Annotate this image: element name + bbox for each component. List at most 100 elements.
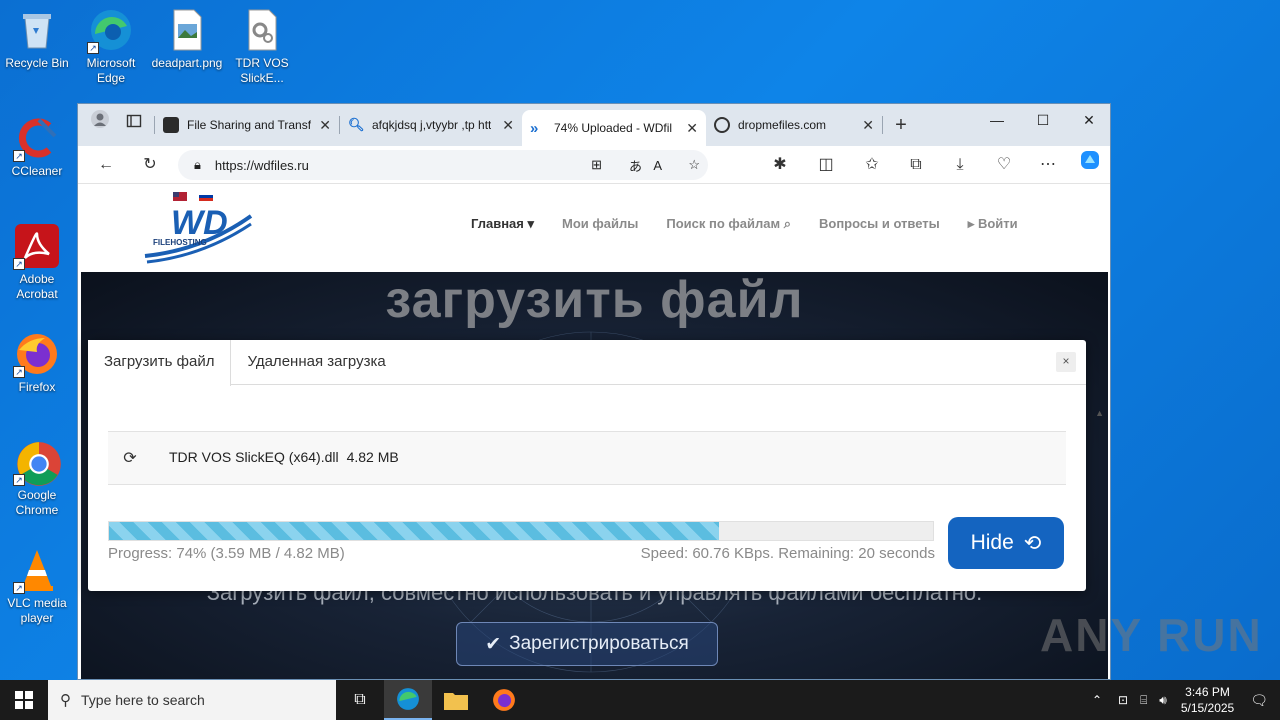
close-window-icon[interactable]: ✕ [1066, 104, 1110, 136]
file-sharing-favicon [163, 117, 179, 133]
site-logo[interactable]: WD FILEHOSTING [143, 190, 253, 268]
folder-icon [444, 693, 468, 710]
nav-item-home[interactable]: Главная ▾ [471, 216, 534, 232]
tab-actions-icon[interactable] [114, 109, 154, 141]
taskbar-edge[interactable] [384, 680, 432, 720]
task-view-icon[interactable]: ⧉ [336, 680, 384, 720]
taskbar: ⚲ Type here to search ⧉ ⌃ ⊡ ⌸ 🔊︎ 3:46 PM… [0, 680, 1280, 720]
refresh-icon[interactable]: ↻ [134, 149, 166, 181]
desktop-icon-label: CCleaner [11, 164, 63, 178]
tab-close-icon[interactable]: ✕ [862, 117, 874, 134]
start-button[interactable] [0, 680, 48, 720]
hero-title: загрузить файл [385, 272, 804, 329]
tab-search[interactable]: 🔍︎ afqkjdsq j,vtyybr ,tp htt ✕ [340, 109, 522, 141]
new-tab-icon[interactable]: + [883, 109, 919, 141]
desktop-icon-label: deadpart.png [151, 56, 223, 70]
minimize-icon[interactable]: — [974, 104, 1020, 136]
anyrun-watermark: ANY RUN [1040, 609, 1263, 661]
desktop-icon-chrome[interactable]: ↗ Google Chrome [1, 440, 73, 518]
app-available-icon[interactable]: ⊞ [591, 157, 602, 173]
volume-icon[interactable]: 🔊︎ [1159, 693, 1167, 708]
desktop-icon-acrobat[interactable]: ↗ Adobe Acrobat [1, 224, 73, 302]
refresh-icon: ⟲ [1023, 531, 1042, 555]
scroll-up-arrow-icon[interactable]: ▲ [1095, 408, 1104, 418]
desktop-icon-deadpart[interactable]: deadpart.png [151, 8, 223, 71]
upload-modal: Загрузить файл Удаленная загрузка × ⟳ TD… [88, 340, 1086, 591]
back-icon[interactable]: ← [90, 149, 122, 181]
nav-item-login[interactable]: ▸ Войти [968, 216, 1018, 232]
nav-item-search[interactable]: Поиск по файлам ⌕ [666, 216, 791, 232]
tab-file-sharing[interactable]: File Sharing and Transf ✕ [155, 109, 339, 141]
logo-subtext: FILEHOSTING [153, 238, 207, 247]
maximize-icon[interactable]: ☐ [1020, 104, 1066, 136]
browser-essentials-icon[interactable]: ♡ [988, 149, 1020, 181]
edge-icon [397, 688, 419, 710]
image-file-icon [165, 8, 209, 52]
taskbar-file-explorer[interactable] [432, 680, 480, 720]
downloads-icon[interactable]: ⤓ [944, 149, 976, 181]
tab-label: dropmefiles.com [738, 118, 827, 132]
file-name: TDR VOS SlickEQ (x64).dll [169, 449, 339, 465]
tab-close-icon[interactable]: ✕ [319, 117, 331, 134]
tab-dropmefiles[interactable]: dropmefiles.com ✕ [706, 109, 882, 141]
favorites-icon[interactable]: ✩ [856, 149, 888, 181]
caret-right-icon: ▸ [967, 216, 975, 231]
shortcut-arrow-icon: ↗ [13, 366, 25, 378]
url-text: https://wdfiles.ru [214, 157, 309, 173]
tab-close-icon[interactable]: ✕ [502, 117, 514, 134]
network-icon[interactable]: ⊡ [1118, 693, 1128, 707]
desktop-icon-vlc[interactable]: ↗ VLC media player [1, 548, 73, 626]
extensions-icon[interactable]: ✱ [764, 149, 796, 181]
wdfiles-favicon: » [530, 120, 539, 137]
hide-button[interactable]: Hide ⟲ [948, 517, 1064, 569]
nav-item-faq[interactable]: Вопросы и ответы [819, 216, 940, 232]
tab-wdfiles[interactable]: » 74% Uploaded - WDfil ✕ [522, 110, 706, 146]
taskbar-firefox[interactable] [480, 680, 528, 720]
file-size: 4.82 MB [346, 449, 399, 465]
nav-item-my-files[interactable]: Мои файлы [562, 216, 638, 232]
tab-label: afqkjdsq j,vtyybr ,tp htt [372, 118, 492, 132]
ethernet-icon[interactable]: ⌸ [1140, 693, 1147, 708]
search-icon: ⚲ [60, 692, 71, 709]
profile-icon[interactable] [86, 109, 114, 141]
desktop-icon-label: VLC media player [7, 596, 67, 625]
edge-icon: ↗ [87, 8, 133, 54]
vlc-icon: ↗ [13, 548, 59, 594]
desktop: Recycle Bin ↗ Microsoft Edge deadpart.pn… [0, 0, 1280, 680]
translate-icon[interactable]: あ [629, 156, 642, 175]
address-bar[interactable]: 🔒︎ https://wdfiles.ru ⊞ あ A ☆ [178, 150, 708, 180]
desktop-icon-label: Recycle Bin [5, 56, 69, 70]
desktop-icon-tdr-vos[interactable]: TDR VOS SlickE... [226, 8, 298, 86]
tab-remote-upload[interactable]: Удаленная загрузка [231, 340, 401, 385]
collections-icon[interactable]: ⧉ [900, 149, 932, 181]
acrobat-icon: ↗ [13, 224, 59, 270]
search-icon: ⌕ [783, 216, 791, 231]
clock[interactable]: 3:46 PM 5/15/2025 [1181, 684, 1234, 716]
speed-text: Speed: 60.76 KBps. Remaining: 20 seconds [640, 545, 935, 562]
firefox-icon [493, 689, 515, 711]
register-button[interactable]: ✔ Зарегистрироваться [456, 622, 718, 666]
copilot-icon[interactable] [1074, 149, 1106, 181]
favorite-star-icon[interactable]: ☆ [688, 157, 700, 173]
split-screen-icon[interactable]: ◫ [810, 149, 842, 181]
clock-time: 3:46 PM [1185, 685, 1230, 699]
desktop-icon-edge[interactable]: ↗ Microsoft Edge [75, 8, 147, 86]
browser-toolbar: ← ↻ 🔒︎ https://wdfiles.ru ⊞ あ A ☆ ✱ ◫ ✩ … [78, 146, 1110, 184]
desktop-icon-ccleaner[interactable]: ↗ CCleaner [1, 116, 73, 179]
tab-upload-file[interactable]: Загрузить файл [88, 340, 232, 386]
chevron-up-icon[interactable]: ⌃ [1092, 693, 1102, 707]
chrome-icon: ↗ [13, 440, 61, 486]
notifications-icon[interactable]: 🗨︎ [1250, 692, 1268, 709]
taskbar-search[interactable]: ⚲ Type here to search [48, 680, 336, 720]
shortcut-arrow-icon: ↗ [13, 258, 25, 270]
site-nav: Главная ▾ Мои файлы Поиск по файлам ⌕ Во… [471, 216, 1018, 232]
desktop-icon-firefox[interactable]: ↗ Firefox [1, 332, 73, 395]
tab-label: File Sharing and Transf [187, 118, 312, 132]
read-aloud-icon[interactable]: A [653, 158, 662, 173]
shortcut-arrow-icon: ↗ [13, 474, 25, 486]
modal-close-icon[interactable]: × [1056, 352, 1076, 372]
more-menu-icon[interactable]: ⋯ [1032, 149, 1064, 181]
search-placeholder: Type here to search [81, 692, 205, 708]
tab-close-icon[interactable]: ✕ [686, 120, 698, 137]
desktop-icon-recycle-bin[interactable]: Recycle Bin [1, 8, 73, 71]
